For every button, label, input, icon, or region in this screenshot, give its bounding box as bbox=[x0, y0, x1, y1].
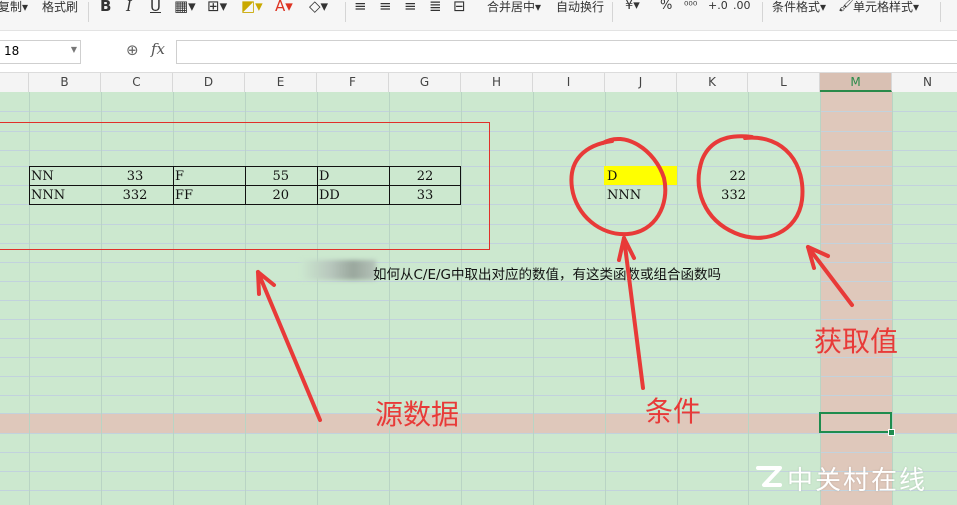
annotation-overlay bbox=[256, 134, 854, 422]
result-arrow-shaft bbox=[806, 245, 854, 307]
source-data-label: 源数据 bbox=[375, 398, 460, 431]
result-label: 获取值 bbox=[814, 325, 899, 358]
condition-label: 条件 bbox=[645, 395, 702, 428]
condition-arrow-shaft bbox=[622, 236, 645, 390]
condition-circle bbox=[569, 136, 668, 237]
watermark-logo-icon bbox=[756, 466, 782, 487]
source-arrow-shaft bbox=[256, 270, 322, 422]
result-circle bbox=[696, 134, 805, 240]
watermark-text: 中关村在线 bbox=[787, 466, 928, 496]
